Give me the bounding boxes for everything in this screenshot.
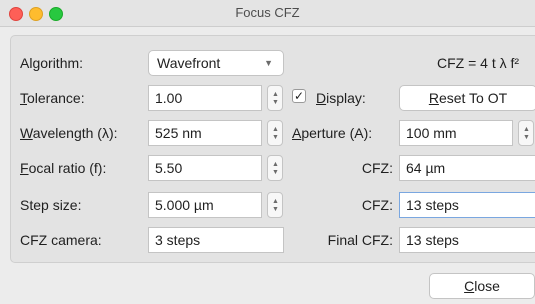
spin-up-icon: ▲	[272, 91, 279, 98]
aperture-input[interactable]: 100 mm	[399, 120, 513, 146]
spin-down-icon: ▼	[272, 99, 279, 106]
step-size-label: Step size:	[20, 197, 82, 213]
focal-ratio-stepper[interactable]: ▲ ▼	[267, 155, 283, 181]
focus-cfz-window: Focus CFZ Algorithm: Wavefront ▼ CFZ = 4…	[0, 0, 535, 304]
focal-ratio-input[interactable]: 5.50	[148, 155, 262, 181]
cfz-um-field[interactable]: 64 µm	[399, 155, 535, 181]
algorithm-value: Wavefront	[157, 55, 221, 71]
final-cfz-field[interactable]: 13 steps	[399, 227, 535, 253]
wavelength-stepper[interactable]: ▲ ▼	[267, 120, 283, 146]
tolerance-label: Tolerance:	[20, 90, 85, 106]
spin-up-icon: ▲	[272, 126, 279, 133]
cfz-camera-label: CFZ camera:	[20, 232, 102, 248]
spin-up-icon: ▲	[272, 161, 279, 168]
aperture-stepper[interactable]: ▲ ▼	[518, 120, 534, 146]
cfz-um-label: CFZ:	[361, 160, 393, 176]
algorithm-label: Algorithm:	[20, 55, 84, 71]
aperture-label: Aperture (A):	[292, 125, 373, 141]
cfz-steps-label: CFZ:	[361, 197, 393, 213]
spin-up-icon: ▲	[272, 198, 279, 205]
wavelength-input[interactable]: 525 nm	[148, 120, 262, 146]
spin-down-icon: ▼	[523, 134, 530, 141]
cfz-formula: CFZ = 4 t λ f²	[437, 55, 520, 71]
title-bar: Focus CFZ	[0, 0, 535, 27]
spin-down-icon: ▼	[272, 134, 279, 141]
chevron-down-icon: ▼	[264, 58, 273, 68]
spin-up-icon: ▲	[523, 126, 530, 133]
spin-down-icon: ▼	[272, 169, 279, 176]
step-size-input[interactable]: 5.000 µm	[148, 192, 262, 218]
reset-to-ot-button[interactable]: Reset To OT	[399, 85, 535, 111]
spin-down-icon: ▼	[272, 206, 279, 213]
cfz-camera-field[interactable]: 3 steps	[148, 227, 284, 253]
tolerance-stepper[interactable]: ▲ ▼	[267, 85, 283, 111]
window-title: Focus CFZ	[235, 5, 300, 20]
display-checkbox[interactable]: ✓	[292, 89, 306, 103]
close-button[interactable]: Close	[429, 273, 535, 299]
display-label: Display:	[316, 90, 366, 106]
algorithm-select[interactable]: Wavefront ▼	[148, 50, 284, 76]
focal-ratio-label: Focal ratio (f):	[20, 160, 107, 176]
tolerance-input[interactable]: 1.00	[148, 85, 262, 111]
cfz-steps-field[interactable]: 13 steps	[399, 192, 535, 218]
wavelength-label: Wavelength (λ):	[20, 125, 118, 141]
final-cfz-label: Final CFZ:	[327, 232, 393, 248]
step-size-stepper[interactable]: ▲ ▼	[267, 192, 283, 218]
